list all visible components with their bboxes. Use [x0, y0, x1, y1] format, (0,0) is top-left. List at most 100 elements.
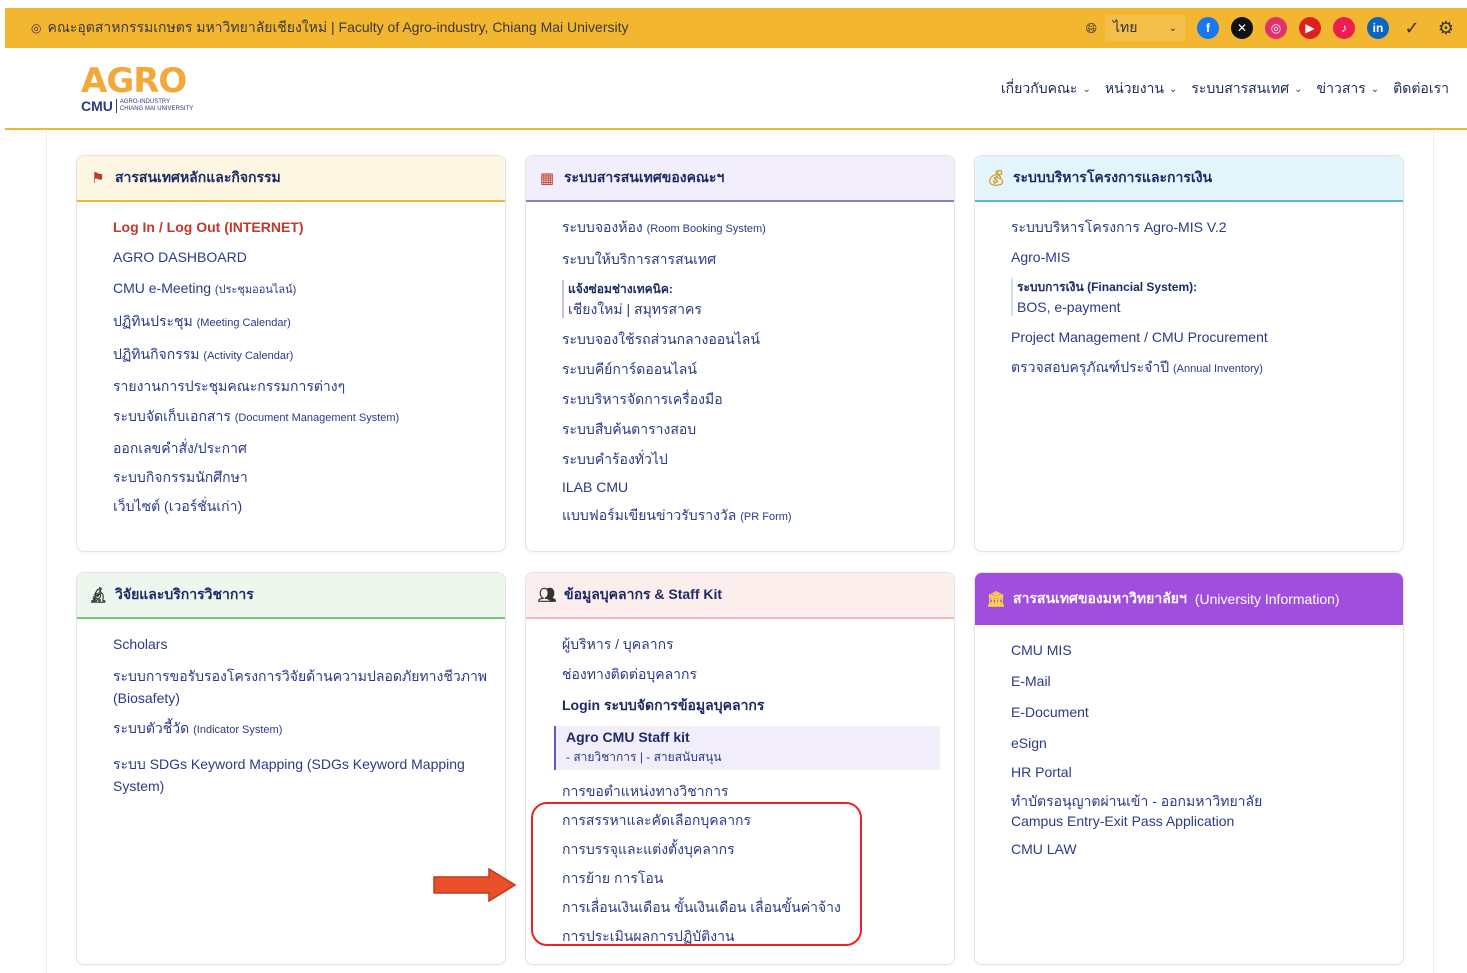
instagram-icon[interactable]: ◎ [1265, 17, 1287, 39]
language-select[interactable]: ไทย ⌄ [1105, 15, 1185, 41]
bos-epayment-link[interactable]: BOS, e-payment [1017, 298, 1403, 316]
executives-staff-link[interactable]: ผู้บริหาร / บุคลากร [562, 635, 954, 653]
nav-info-systems[interactable]: ระบบสารสนเทศ ⌄ [1191, 78, 1302, 100]
staff-kit-link[interactable]: Agro CMU Staff kit [566, 728, 940, 746]
room-booking-text: ระบบจองห้อง [562, 219, 643, 235]
nav-news-label: ข่าวสาร [1316, 80, 1366, 96]
university-building-icon: 🏛︎ [986, 591, 1006, 608]
nav-units-label: หน่วยงาน [1104, 80, 1164, 96]
card-faculty-systems: ▦ ระบบสารสนเทศของคณะฯ ระบบจองห้อง (Room … [525, 155, 955, 552]
annual-inventory-small: (Annual Inventory) [1173, 363, 1263, 375]
campus-pass-subtext: Campus Entry-Exit Pass Application [1011, 813, 1235, 829]
card-main-info-title: สารสนเทศหลักและกิจกรรม [115, 169, 281, 185]
meeting-calendar-link[interactable]: ปฏิทินประชุม (Meeting Calendar) [113, 312, 505, 332]
card-university-title: สารสนเทศของมหาวิทยาลัยฯ [1013, 590, 1187, 606]
facebook-icon[interactable]: f [1197, 17, 1219, 39]
agro-cmu-logo[interactable]: AGRO CMU AGRO-INDUSTRY CHIANG MAI UNIVERS… [81, 64, 211, 114]
financial-system-group: ระบบการเงิน (Financial System): BOS, e-p… [1011, 278, 1403, 316]
indicator-system-link[interactable]: ระบบตัวชี้วัด (Indicator System) [113, 719, 493, 739]
general-request-link[interactable]: ระบบคำร้องทั่วไป [562, 450, 954, 468]
keycard-link[interactable]: ระบบคีย์การ์ดออนไลน์ [562, 360, 954, 378]
room-booking-small: (Room Booking System) [646, 223, 766, 235]
cmu-mis-link[interactable]: CMU MIS [1011, 641, 1403, 659]
top-info-bar: ◎ คณะอุตสาหกรรมเกษตร มหาวิทยาลัยเชียงใหม… [5, 8, 1467, 48]
esign-link[interactable]: eSign [1011, 734, 1403, 752]
nav-units[interactable]: หน่วยงาน ⌄ [1105, 78, 1178, 100]
committee-reports-link[interactable]: รายงานการประชุมคณะกรรมการต่างๆ [113, 377, 505, 395]
check-circle-icon[interactable]: ✓ [1401, 17, 1423, 39]
card-finance-header: 💰︎ ระบบบริหารโครงการและการเงิน [975, 156, 1403, 202]
document-system-link[interactable]: ระบบจัดเก็บเอกสาร (Document Management S… [113, 407, 505, 427]
cmu-emeeting-text: CMU e-Meeting [113, 280, 212, 296]
campus-pass-link[interactable]: ทำบัตรอนุญาตผ่านเข้า - ออกมหาวิทยาลัย Cam… [1011, 792, 1403, 832]
e-document-link[interactable]: E-Document [1011, 703, 1403, 721]
logo-agro-text: AGRO [81, 61, 187, 101]
agro-mis-link[interactable]: Agro-MIS [1011, 248, 1403, 266]
agro-mis-v2-link[interactable]: ระบบบริหารโครงการ Agro-MIS V.2 [1011, 218, 1403, 236]
location-pin-icon: ◎ [31, 21, 42, 35]
card-research-header: 🔬︎ วิจัยและบริการวิชาการ [77, 573, 505, 619]
biosafety-link[interactable]: ระบบการขอรับรองโครงการวิจัยด้านความปลอดภ… [113, 665, 493, 709]
ilab-cmu-link[interactable]: ILAB CMU [562, 478, 954, 496]
logo-subtitle: AGRO-INDUSTRY CHIANG MAI UNIVERSITY [115, 99, 193, 113]
pr-form-small: (PR Form) [740, 511, 792, 523]
logo-sub1: AGRO-INDUSTRY [119, 99, 171, 105]
pr-form-text: แบบฟอร์มเขียนข่าวรับรางวัล [562, 507, 737, 523]
card-main-info: ⚑ สารสนเทศหลักและกิจกรรม Log In / Log Ou… [76, 155, 506, 552]
activity-calendar-link[interactable]: ปฏิทินกิจกรรม (Activity Calendar) [113, 345, 505, 365]
project-procurement-link[interactable]: Project Management / CMU Procurement [1011, 328, 1403, 346]
main-nav: เกี่ยวกับคณะ ⌄ หน่วยงาน ⌄ ระบบสารสนเทศ ⌄ ข่… [1001, 78, 1449, 100]
hr-portal-link[interactable]: HR Portal [1011, 763, 1403, 781]
car-booking-link[interactable]: ระบบจองใช้รถส่วนกลางออนไลน์ [562, 330, 954, 348]
academic-position-link[interactable]: การขอตำแหน่งทางวิชาการ [562, 782, 954, 800]
pr-form-link[interactable]: แบบฟอร์มเขียนข่าวรับรางวัล (PR Form) [562, 506, 954, 526]
campus-pass-text: ทำบัตรอนุญาตผ่านเข้า - ออกมหาวิทยาลัย [1011, 793, 1263, 809]
card-university-title-en: (University Information) [1194, 591, 1340, 607]
cmu-emeeting-link[interactable]: CMU e-Meeting (ประชุมออนไลน์) [113, 279, 505, 299]
staff-kit-group: Agro CMU Staff kit - สายวิชาการ | - สายส… [554, 726, 940, 770]
exam-schedule-link[interactable]: ระบบสืบค้นตารางสอบ [562, 420, 954, 438]
it-service-link[interactable]: ระบบให้บริการสารสนเทศ [562, 250, 954, 268]
scholars-link[interactable]: Scholars [113, 635, 493, 653]
tiktok-icon[interactable]: ♪ [1333, 17, 1355, 39]
chevron-down-icon: ⌄ [1294, 83, 1303, 95]
language-switcher: 🌐︎ ไทย ⌄ [1086, 15, 1185, 41]
login-logout-link[interactable]: Log In / Log Out (INTERNET) [113, 218, 505, 236]
nav-contact[interactable]: ติดต่อเรา [1393, 78, 1449, 100]
repair-request-label: แจ้งซ่อมช่างเทคนิค: [568, 282, 673, 296]
equipment-management-link[interactable]: ระบบริหารจัดการเครื่องมือ [562, 390, 954, 408]
financial-system-label: ระบบการเงิน (Financial System): [1017, 280, 1198, 294]
site-header: AGRO CMU AGRO-INDUSTRY CHIANG MAI UNIVERS… [5, 48, 1467, 130]
old-website-link[interactable]: เว็บไซต์ (เวอร์ชั่นเก่า) [113, 497, 505, 515]
student-activity-link[interactable]: ระบบกิจกรรมนักศึกษา [113, 468, 505, 486]
staff-login-link[interactable]: Login ระบบจัดการข้อมูลบุคลากร [562, 696, 954, 714]
room-booking-link[interactable]: ระบบจองห้อง (Room Booking System) [562, 218, 954, 238]
card-research-title: วิจัยและบริการวิชาการ [115, 586, 254, 602]
youtube-icon[interactable]: ▶ [1299, 17, 1321, 39]
card-university-header: 🏛︎ สารสนเทศของมหาวิทยาลัยฯ (University I… [975, 573, 1403, 625]
arrow-right-icon [433, 868, 517, 902]
users-icon: 👥︎ [537, 587, 557, 604]
x-twitter-icon[interactable]: ✕ [1231, 17, 1253, 39]
logo-cmu-text: CMU [81, 98, 113, 114]
email-link[interactable]: E-Mail [1011, 672, 1403, 690]
sdgs-mapping-link[interactable]: ระบบ SDGs Keyword Mapping (SDGs Keyword … [113, 753, 493, 797]
flag-icon: ⚑ [91, 170, 105, 187]
nav-about[interactable]: เกี่ยวกับคณะ ⌄ [1001, 78, 1091, 100]
staff-kit-types-link[interactable]: - สายวิชาการ | - สายสนับสนุน [566, 748, 940, 766]
cmu-law-link[interactable]: CMU LAW [1011, 840, 1403, 858]
indicator-system-text: ระบบตัวชี้วัด [113, 720, 190, 736]
card-finance-title: ระบบบริหารโครงการและการเงิน [1013, 169, 1213, 185]
chevron-down-icon: ⌄ [1168, 83, 1178, 95]
agro-dashboard-link[interactable]: AGRO DASHBOARD [113, 248, 505, 266]
nav-contact-label: ติดต่อเรา [1393, 80, 1449, 96]
microscope-icon: 🔬︎ [88, 587, 108, 604]
staff-contact-link[interactable]: ช่องทางติดต่อบุคลากร [562, 665, 954, 683]
order-number-link[interactable]: ออกเลขคำสั่ง/ประกาศ [113, 439, 505, 457]
nav-news[interactable]: ข่าวสาร ⌄ [1317, 78, 1380, 100]
annual-inventory-link[interactable]: ตรวจสอบครุภัณฑ์ประจำปี (Annual Inventory… [1011, 358, 1403, 378]
repair-request-sites-link[interactable]: เชียงใหม่ | สมุทรสาคร [568, 300, 954, 318]
linkedin-icon[interactable]: in [1367, 17, 1389, 39]
meeting-calendar-small: (Meeting Calendar) [196, 317, 291, 329]
gear-icon[interactable]: ⚙ [1435, 17, 1457, 39]
